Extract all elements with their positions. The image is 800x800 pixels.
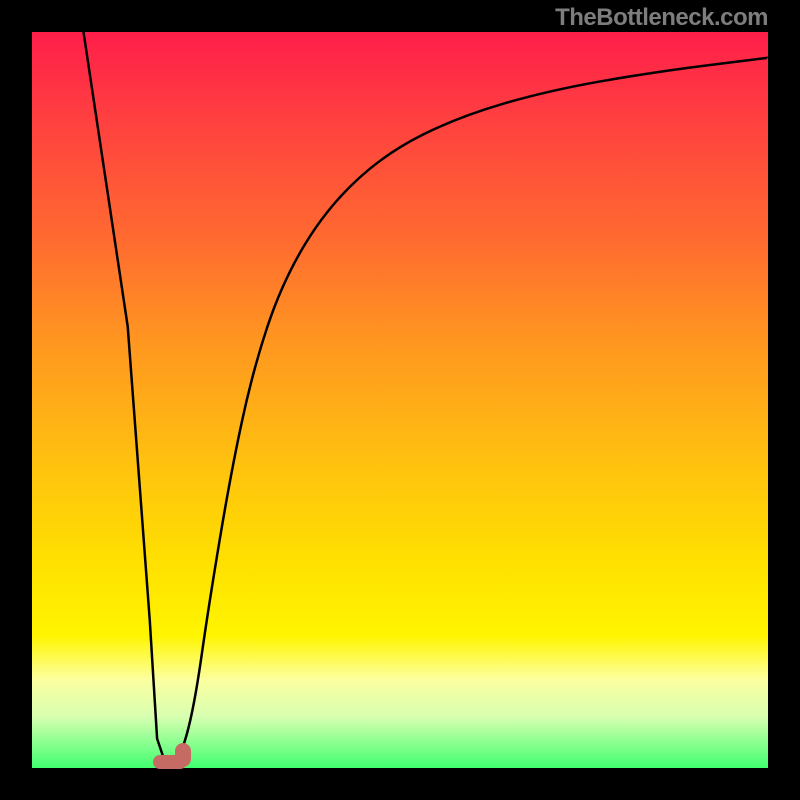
curve-layer — [32, 32, 768, 768]
bottleneck-curve — [84, 32, 769, 763]
chart-frame: TheBottleneck.com — [0, 0, 800, 800]
optimal-marker-v — [175, 743, 191, 767]
attribution-watermark: TheBottleneck.com — [555, 4, 768, 32]
